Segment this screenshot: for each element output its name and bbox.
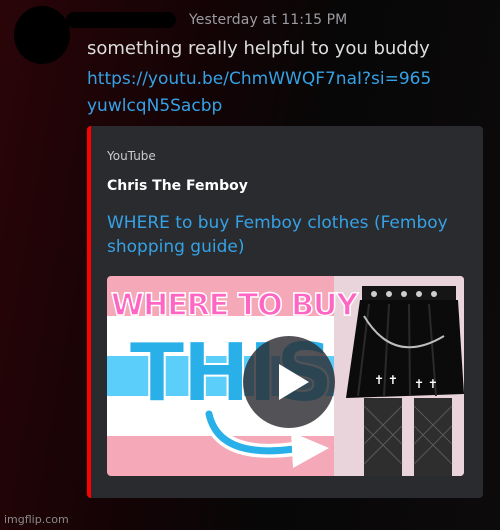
svg-text:✝ ✝: ✝ ✝ xyxy=(414,377,438,391)
thumbnail-headline: WHERE TO BUY xyxy=(110,287,359,324)
imgflip-watermark: imgflip.com xyxy=(4,513,69,526)
embed-title-link[interactable]: WHERE to buy Femboy clothes (Femboy shop… xyxy=(107,211,467,259)
embed-author[interactable]: Chris The Femboy xyxy=(107,178,248,194)
message-timestamp: Yesterday at 11:15 PM xyxy=(189,12,348,28)
play-icon xyxy=(279,364,309,400)
user-avatar[interactable] xyxy=(14,6,70,64)
message-link[interactable]: https://youtu.be/ChmWWQF7naI?si=965yuwlc… xyxy=(87,66,437,120)
embed-provider[interactable]: YouTube xyxy=(107,149,156,163)
embed-accent-bar xyxy=(87,126,91,498)
message-text: something really helpful to you buddy xyxy=(87,38,430,59)
link-embed: YouTube Chris The Femboy WHERE to buy Fe… xyxy=(87,126,483,498)
play-button[interactable] xyxy=(243,336,335,428)
svg-text:✝ ✝: ✝ ✝ xyxy=(374,373,398,387)
redacted-username xyxy=(66,12,176,28)
video-thumbnail[interactable]: ✝ ✝ ✝ ✝ WHERE TO BUY THIS xyxy=(107,276,464,476)
